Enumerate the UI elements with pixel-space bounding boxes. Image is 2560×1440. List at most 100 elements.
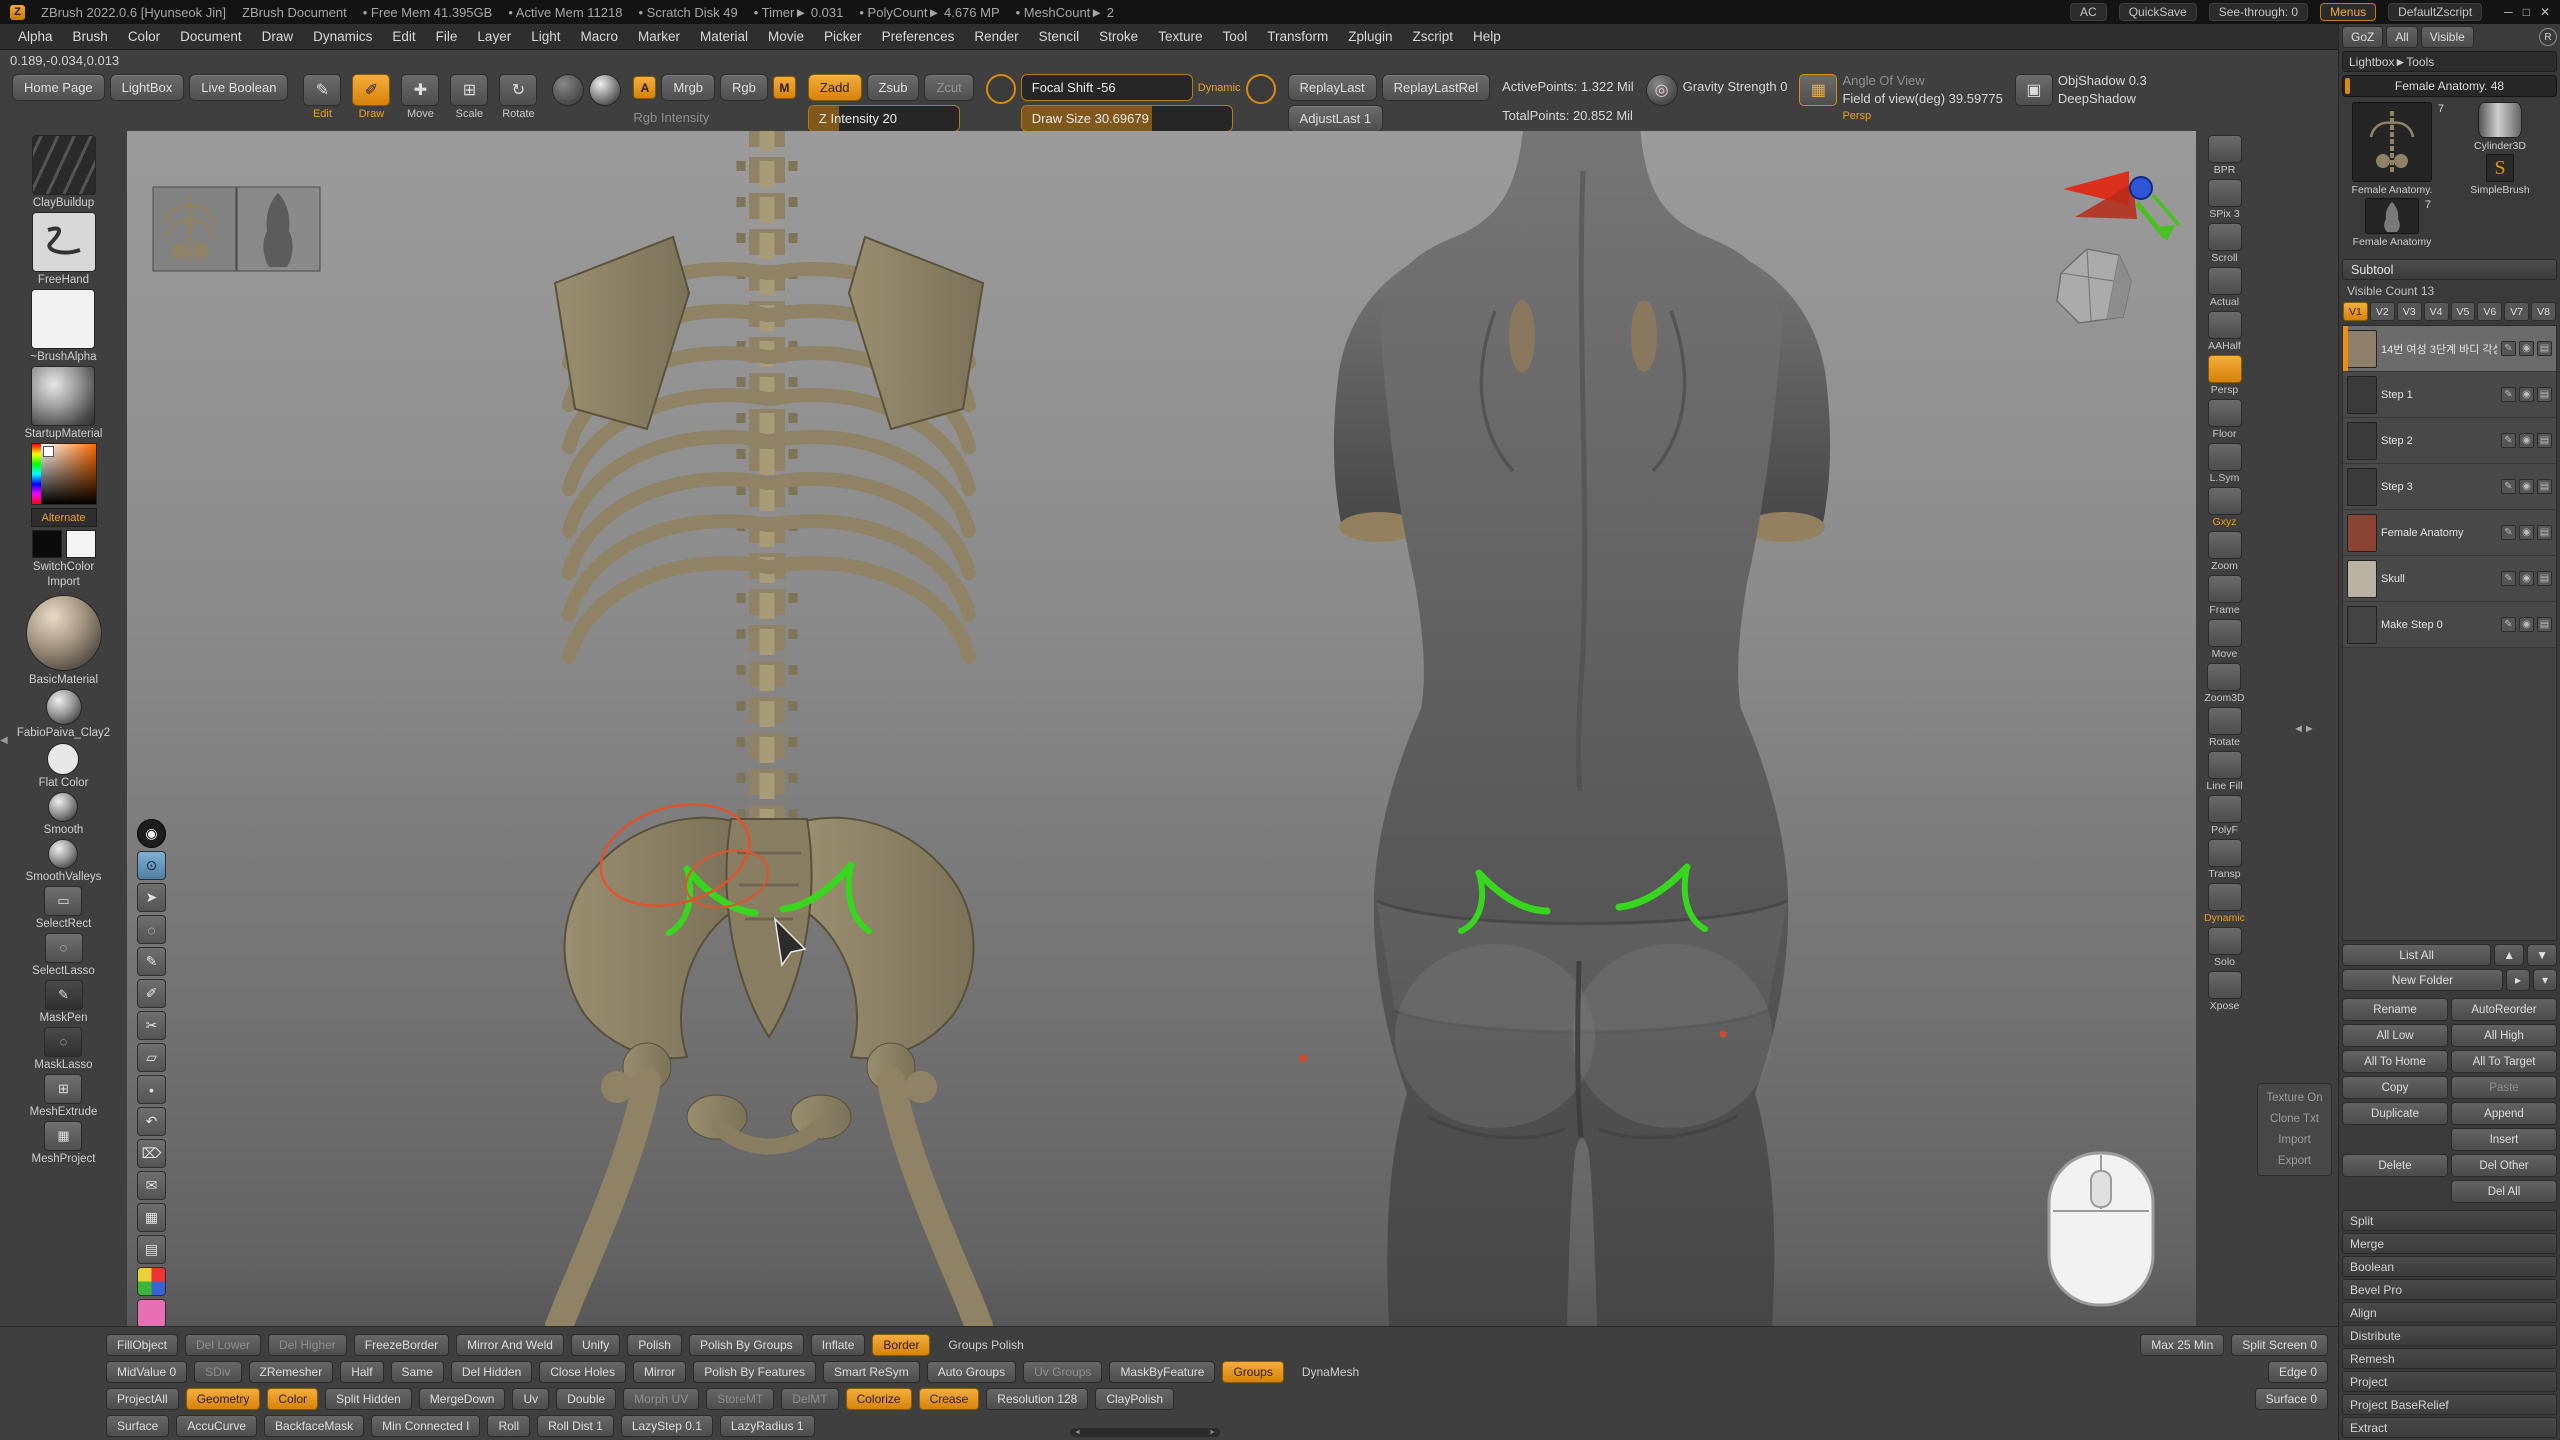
persp-toggle[interactable]: Persp <box>1842 110 2002 122</box>
menu-item[interactable]: Stencil <box>1029 29 1090 44</box>
right-shelf-button[interactable]: Floor <box>2208 399 2242 440</box>
menu-item[interactable]: Movie <box>758 29 814 44</box>
menus-button[interactable]: Menus <box>2320 3 2376 21</box>
bottom-shelf-button[interactable]: Split Hidden <box>325 1388 412 1410</box>
bottom-shelf-button[interactable]: Groups <box>1222 1361 1283 1383</box>
import-texture-button[interactable]: Import <box>2261 1134 2328 1146</box>
subtool-action-button[interactable]: Del Other <box>2451 1154 2557 1177</box>
subtool-action-button[interactable]: Delete <box>2342 1154 2448 1177</box>
subtool-eye-icon[interactable]: ◉ <box>2519 341 2534 356</box>
alpha-preview-icon[interactable] <box>589 74 621 106</box>
draw-size-slider[interactable]: Draw Size 30.69679 <box>1021 105 1233 132</box>
bottom-shelf-button[interactable]: DynaMesh <box>1291 1361 1370 1383</box>
zsub-button[interactable]: Zsub <box>867 74 920 101</box>
brush-smooth[interactable]: Smooth <box>44 792 84 836</box>
shadow-icon[interactable]: ▣ <box>2015 74 2053 106</box>
brush-selectlasso[interactable]: ◌ SelectLasso <box>32 933 95 977</box>
subtool-action-button[interactable]: All Low <box>2342 1024 2448 1047</box>
list-all-button[interactable]: List All <box>2342 944 2491 966</box>
pencil-icon[interactable]: ✐ <box>137 979 166 1008</box>
bottom-shelf-button[interactable]: Colorize <box>846 1388 912 1410</box>
replay-last-button[interactable]: ReplayLast <box>1288 74 1377 101</box>
bottom-shelf-button[interactable]: Crease <box>919 1388 980 1410</box>
subtool-action-button[interactable]: Duplicate <box>2342 1102 2448 1125</box>
subtool-action-button[interactable]: Paste <box>2451 1076 2557 1099</box>
tool-section-row[interactable]: Extract <box>2342 1417 2557 1438</box>
basicmaterial-label[interactable]: BasicMaterial <box>29 674 98 686</box>
focal-shift-icon[interactable] <box>986 74 1016 104</box>
field-of-view-slider[interactable]: Field of view(deg) 39.59775 <box>1842 92 2002 106</box>
version-tab[interactable]: V7 <box>2504 302 2529 321</box>
bottom-shelf-button[interactable]: Polish By Groups <box>689 1334 804 1356</box>
bottom-shelf-button[interactable]: DelMT <box>781 1388 838 1410</box>
right-shelf-button[interactable]: Zoom3D <box>2204 663 2244 704</box>
subtool-action-button[interactable]: Insert <box>2451 1128 2557 1151</box>
adjust-last-slider[interactable]: AdjustLast 1 <box>1288 105 1384 132</box>
cursor-icon[interactable]: ➤ <box>137 883 166 912</box>
subtool-brush-icon[interactable]: ✎ <box>2501 571 2516 586</box>
subtool-folder-icon[interactable]: ▤ <box>2537 433 2552 448</box>
minimize-icon[interactable]: ─ <box>2504 5 2513 19</box>
eye-icon[interactable]: ⊙ <box>137 851 166 880</box>
tool-section-row[interactable]: Align <box>2342 1302 2557 1323</box>
undo-icon[interactable]: ↶ <box>137 1107 166 1136</box>
tool-section-row[interactable]: Merge <box>2342 1233 2557 1254</box>
swatches-icon[interactable] <box>137 1267 166 1296</box>
brush-claybuildup[interactable]: ClayBuildup <box>32 135 96 209</box>
export-texture-button[interactable]: Export <box>2261 1155 2328 1167</box>
clipboard-icon[interactable]: ▤ <box>137 1235 166 1264</box>
right-shelf-button[interactable]: Dynamic <box>2204 883 2245 924</box>
brush-masklasso[interactable]: ◌ MaskLasso <box>34 1027 92 1071</box>
bottom-shelf-button[interactable]: Inflate <box>811 1334 866 1356</box>
menu-item[interactable]: Help <box>1463 29 1511 44</box>
r-badge[interactable]: R <box>2539 28 2557 46</box>
menu-item[interactable]: File <box>426 29 468 44</box>
switchcolor-button[interactable]: SwitchColor <box>33 561 94 573</box>
bottom-shelf-button[interactable]: Close Holes <box>539 1361 626 1383</box>
menu-item[interactable]: Brush <box>63 29 118 44</box>
fov-grid-icon[interactable]: ▦ <box>1799 74 1837 106</box>
right-shelf-button[interactable]: Frame <box>2208 575 2242 616</box>
bottom-shelf-button[interactable]: ClayPolish <box>1095 1388 1174 1410</box>
bottom-shelf-button[interactable]: Uv <box>512 1388 549 1410</box>
cylinder3d-thumb[interactable] <box>2478 102 2522 138</box>
move-up-button[interactable]: ▲ <box>2494 944 2524 966</box>
subtool-row[interactable]: 14번 여성 3단계 바디 각상 - [전완] ✎ ◉ ▤ <box>2343 326 2556 372</box>
subtool-folder-icon[interactable]: ▤ <box>2537 617 2552 632</box>
right-shelf-button[interactable]: AAHalf <box>2208 311 2242 352</box>
draw-size-icon[interactable] <box>1246 74 1276 104</box>
menu-item[interactable]: Picker <box>814 29 872 44</box>
menu-item[interactable]: Alpha <box>8 29 63 44</box>
bottom-shelf-button[interactable]: Polish <box>627 1334 682 1356</box>
see-through-slider[interactable]: See-through: 0 <box>2209 3 2308 21</box>
subtool-folder-icon[interactable]: ▤ <box>2537 479 2552 494</box>
stroke-preview-icon[interactable] <box>552 74 584 106</box>
menu-item[interactable]: Texture <box>1148 29 1212 44</box>
maximize-icon[interactable]: □ <box>2523 5 2530 19</box>
tool-section-row[interactable]: Remesh <box>2342 1348 2557 1369</box>
menu-item[interactable]: Edit <box>382 29 425 44</box>
subtool-brush-icon[interactable]: ✎ <box>2501 479 2516 494</box>
right-shelf-button[interactable]: Move <box>2208 619 2242 660</box>
document-canvas[interactable]: ◉ ⊙ ➤ ◌ ✎ ✐ ✂ ▱ • ↶ ⌦ ✉ ▦ ▤ <box>127 131 2196 1326</box>
right-shelf-button[interactable]: L.Sym <box>2208 443 2242 484</box>
subtool-brush-icon[interactable]: ✎ <box>2501 525 2516 540</box>
alpha-brushalpha[interactable]: ~BrushAlpha <box>30 289 96 363</box>
version-tab[interactable]: V2 <box>2370 302 2395 321</box>
main-color-swatch[interactable] <box>32 530 62 558</box>
right-shelf-button[interactable]: Zoom <box>2208 531 2242 572</box>
select-icon[interactable]: ◌ <box>137 915 166 944</box>
version-tab[interactable]: V1 <box>2343 302 2368 321</box>
zadd-button[interactable]: Zadd <box>808 74 862 101</box>
bottom-shelf-button[interactable]: SDiv <box>194 1361 241 1383</box>
all-button[interactable]: All <box>2386 26 2417 48</box>
subtool-row[interactable]: Step 1 ✎ ◉ ▤ <box>2343 372 2556 418</box>
right-shelf-button[interactable]: Persp <box>2208 355 2242 396</box>
rotate-mode-button[interactable]: ↻ Rotate <box>496 74 540 120</box>
menu-item[interactable]: Document <box>170 29 252 44</box>
right-shelf-button[interactable]: Solo <box>2208 927 2242 968</box>
bottom-shelf-button[interactable]: Border <box>872 1334 930 1356</box>
pen-icon[interactable]: ✎ <box>137 947 166 976</box>
bottom-shelf-button[interactable]: Edge 0 <box>2268 1361 2328 1383</box>
subtool-row[interactable]: Skull ✎ ◉ ▤ <box>2343 556 2556 602</box>
